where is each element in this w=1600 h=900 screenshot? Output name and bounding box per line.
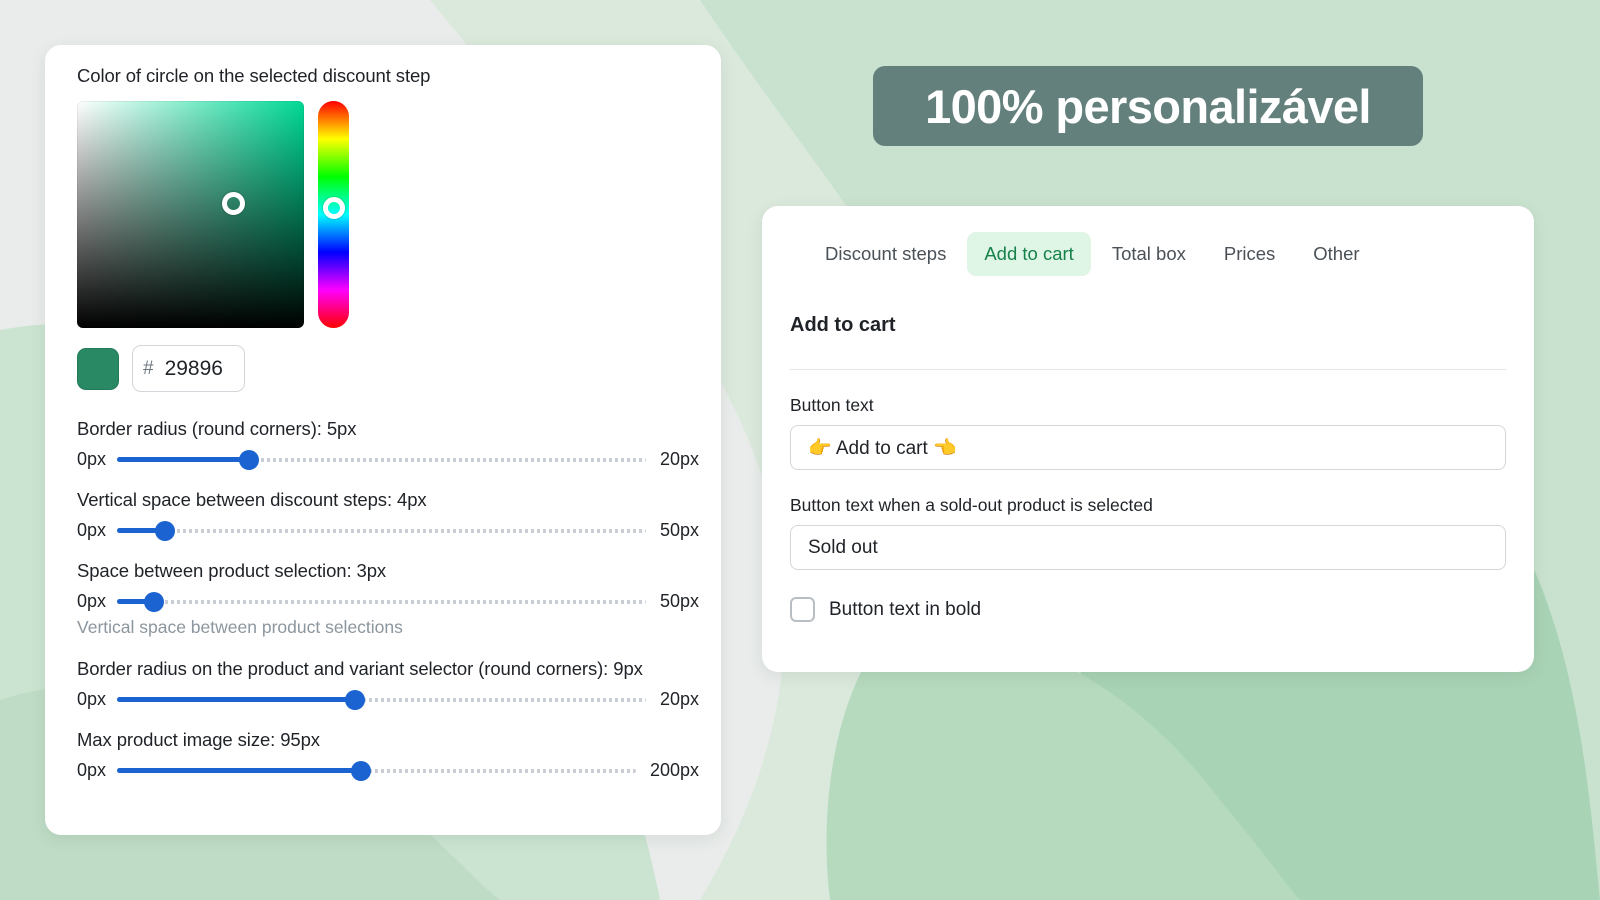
- screenshot-root: Color of circle on the selected discount…: [0, 0, 1600, 900]
- sold-out-text-label: Button text when a sold-out product is s…: [790, 495, 1153, 515]
- slider-max-label: 200px: [649, 760, 699, 780]
- sold-out-text-input[interactable]: Sold out: [790, 525, 1506, 570]
- saturation-value-square[interactable]: [77, 101, 304, 328]
- color-picker-title: Color of circle on the selected discount…: [77, 65, 431, 86]
- slider-track[interactable]: [117, 689, 646, 710]
- slider-track[interactable]: [117, 520, 646, 541]
- color-picker: [77, 101, 699, 328]
- slider-thumb[interactable]: [350, 760, 371, 781]
- tab-add-to-cart[interactable]: Add to cart: [967, 232, 1091, 276]
- slider-max-label: 50px: [659, 520, 699, 540]
- slider-max-label: 50px: [659, 591, 699, 611]
- slider-label: Border radius (round corners): 5px: [77, 418, 357, 439]
- slider-max-product-image-size: Max product image size: 95px 0px 200px: [77, 729, 699, 781]
- slider-track[interactable]: [117, 760, 636, 781]
- slider-helper-text: Vertical space between product selection…: [77, 617, 403, 637]
- bold-text-checkbox-row[interactable]: Button text in bold: [790, 597, 1506, 622]
- hex-color-row: # 29896: [77, 345, 699, 392]
- hue-slider[interactable]: [318, 101, 349, 328]
- slider-min-label: 0px: [77, 520, 107, 540]
- tab-prices[interactable]: Prices: [1207, 232, 1292, 276]
- add-to-cart-settings-card: Discount steps Add to cart Total box Pri…: [762, 206, 1534, 672]
- tab-total-box[interactable]: Total box: [1095, 232, 1203, 276]
- slider-max-label: 20px: [659, 689, 699, 709]
- slider-vertical-space-discount-steps: Vertical space between discount steps: 4…: [77, 489, 699, 541]
- bold-text-checkbox-label: Button text in bold: [829, 598, 982, 620]
- slider-track-rest: [117, 599, 646, 604]
- hash-symbol: #: [143, 357, 154, 379]
- slider-label: Max product image size: 95px: [77, 729, 320, 750]
- slider-max-label: 20px: [659, 449, 699, 469]
- slider-track-fill: [117, 768, 361, 773]
- hue-marker[interactable]: [322, 196, 345, 219]
- slider-min-label: 0px: [77, 449, 107, 469]
- section-divider: [790, 369, 1506, 370]
- hex-color-field[interactable]: # 29896: [132, 345, 245, 392]
- settings-tabs: Discount steps Add to cart Total box Pri…: [776, 232, 1520, 276]
- color-settings-card: Color of circle on the selected discount…: [45, 45, 721, 835]
- slider-min-label: 0px: [77, 591, 107, 611]
- sold-out-text-field-group: Button text when a sold-out product is s…: [790, 495, 1506, 570]
- tab-other[interactable]: Other: [1296, 232, 1376, 276]
- slider-thumb[interactable]: [345, 689, 366, 710]
- hex-color-value: 29896: [164, 356, 223, 380]
- slider-thumb[interactable]: [154, 520, 175, 541]
- slider-track[interactable]: [117, 449, 646, 470]
- slider-list: Border radius (round corners): 5px 0px 2…: [77, 418, 699, 781]
- slider-thumb[interactable]: [239, 449, 260, 470]
- slider-border-radius: Border radius (round corners): 5px 0px 2…: [77, 418, 699, 470]
- slider-track[interactable]: [117, 591, 646, 612]
- slider-label: Border radius on the product and variant…: [77, 658, 643, 679]
- saturation-marker[interactable]: [222, 191, 246, 215]
- section-title: Add to cart: [790, 314, 896, 336]
- slider-label: Vertical space between discount steps: 4…: [77, 489, 427, 510]
- slider-track-fill: [117, 457, 250, 462]
- button-text-label: Button text: [790, 395, 874, 415]
- button-text-field-group: Button text 👉 Add to cart 👈: [790, 395, 1506, 470]
- slider-space-between-product-selection: Space between product selection: 3px 0px…: [77, 560, 699, 612]
- color-swatch-preview[interactable]: [77, 347, 119, 390]
- promo-banner-text: 100% personalizável: [925, 79, 1371, 133]
- slider-border-radius-product-variant-selector: Border radius on the product and variant…: [77, 658, 699, 710]
- bold-text-checkbox[interactable]: [790, 597, 815, 622]
- promo-banner: 100% personalizável: [873, 66, 1423, 146]
- slider-track-fill: [117, 697, 356, 702]
- slider-min-label: 0px: [77, 760, 107, 780]
- tab-discount-steps[interactable]: Discount steps: [808, 232, 963, 276]
- slider-track-rest: [117, 528, 646, 533]
- slider-thumb[interactable]: [144, 591, 165, 612]
- button-text-input[interactable]: 👉 Add to cart 👈: [790, 425, 1506, 470]
- slider-label: Space between product selection: 3px: [77, 560, 387, 581]
- slider-min-label: 0px: [77, 689, 107, 709]
